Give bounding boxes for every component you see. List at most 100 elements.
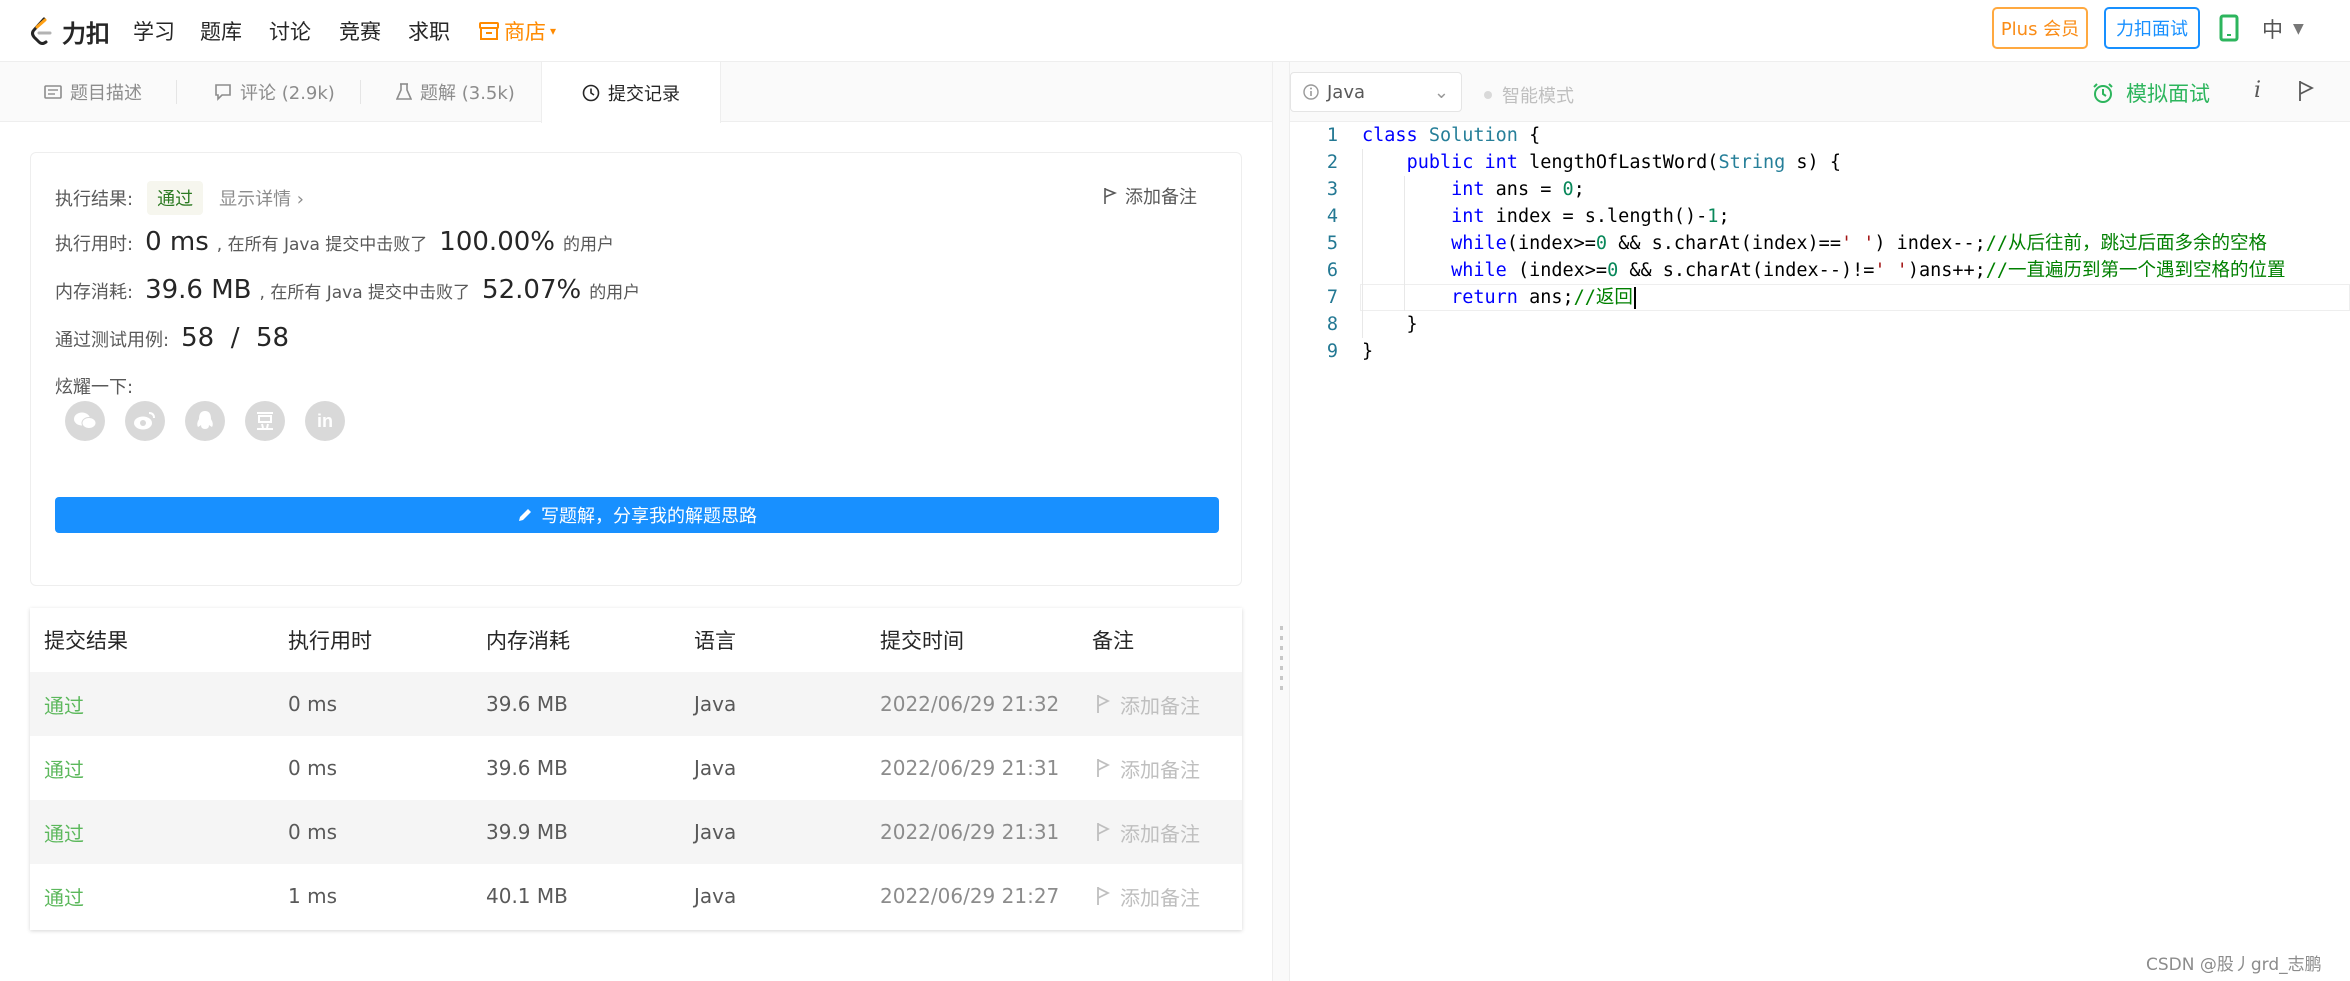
language-select[interactable]: Java ⌄ bbox=[1290, 72, 1462, 112]
memory-suffix: 的用户 bbox=[589, 283, 641, 303]
report-flag-icon[interactable] bbox=[2298, 80, 2314, 102]
submission-time: 2022/06/29 21:27 bbox=[880, 884, 1060, 908]
tab-comments-label: 评论 (2.9k) bbox=[240, 83, 335, 104]
linkedin-icon[interactable]: in bbox=[305, 401, 345, 441]
code-line[interactable]: public int lengthOfLastWord(String s) { bbox=[1362, 149, 1841, 176]
table-row[interactable]: 通过 0 ms 39.6 MB Java 2022/06/29 21:32 添加… bbox=[30, 672, 1242, 736]
nav-contest[interactable]: 竞赛 bbox=[339, 16, 381, 46]
tab-solutions[interactable]: 题解 (3.5k) bbox=[396, 62, 546, 122]
write-solution-label: 写题解，分享我的解题思路 bbox=[541, 506, 757, 527]
show-detail-link[interactable]: 显示详情 › bbox=[219, 185, 304, 211]
language-switch[interactable]: 中 ▼ bbox=[2262, 14, 2304, 44]
store-label: 商店 bbox=[504, 20, 546, 44]
result-card: 执行结果: 通过 显示详情 › 添加备注 执行用时: 0 ms , 在所有 Ja… bbox=[30, 152, 1242, 586]
csdn-watermark: CSDN @股丿grd_志鹏 bbox=[2146, 955, 2322, 975]
submission-runtime: 1 ms bbox=[288, 884, 337, 908]
submission-status[interactable]: 通过 bbox=[44, 864, 84, 928]
editor-toolbar: Java ⌄ 智能模式 模拟面试 i bbox=[1290, 62, 2350, 122]
status-badge: 通过 bbox=[147, 181, 204, 215]
line-number: 7 bbox=[1326, 287, 1338, 308]
tab-divider bbox=[176, 80, 177, 104]
code-editor[interactable]: 1 2 3 4 5 6 7 8 9 class Solution { publi… bbox=[1290, 122, 2350, 981]
smart-mode-toggle[interactable]: 智能模式 bbox=[1484, 82, 1574, 108]
table-header: 提交结果 执行用时 内存消耗 语言 提交时间 备注 bbox=[30, 608, 1242, 672]
submission-status[interactable]: 通过 bbox=[44, 736, 84, 800]
nav-store[interactable]: 商店 ▾ bbox=[478, 16, 556, 46]
flag-icon bbox=[1097, 887, 1110, 905]
plus-member-button[interactable]: Plus 会员 bbox=[1992, 7, 2088, 49]
runtime-value: 0 ms bbox=[145, 227, 209, 257]
nav-discuss[interactable]: 讨论 bbox=[269, 16, 311, 46]
table-row[interactable]: 通过 0 ms 39.6 MB Java 2022/06/29 21:31 添加… bbox=[30, 736, 1242, 800]
exec-result-row: 执行结果: 通过 显示详情 › bbox=[55, 181, 304, 215]
tab-description-label: 题目描述 bbox=[70, 83, 142, 104]
add-note-button[interactable]: 添加备注 bbox=[1096, 800, 1200, 864]
add-note-label: 添加备注 bbox=[1120, 821, 1200, 846]
add-note-button[interactable]: 添加备注 bbox=[1096, 864, 1200, 928]
code-line[interactable]: } bbox=[1362, 311, 1418, 338]
submission-status[interactable]: 通过 bbox=[44, 800, 84, 864]
interview-button[interactable]: 力扣面试 bbox=[2104, 7, 2200, 49]
tests-label: 通过测试用例: bbox=[55, 330, 170, 351]
header-note: 备注 bbox=[1092, 629, 1134, 653]
chevron-down-icon: ▼ bbox=[2293, 21, 2304, 37]
submission-memory: 39.6 MB bbox=[486, 756, 568, 780]
add-note-button[interactable]: 添加备注 bbox=[1096, 736, 1200, 800]
header-runtime: 执行用时 bbox=[288, 629, 372, 653]
header-language: 语言 bbox=[694, 629, 736, 653]
line-number: 8 bbox=[1326, 314, 1338, 335]
top-navbar: 力扣 学习 题库 讨论 竞赛 求职 商店 ▾ Plus 会员 力扣面试 中 ▼ bbox=[0, 0, 2350, 62]
runtime-label: 执行用时: bbox=[55, 234, 134, 255]
line-number: 2 bbox=[1326, 152, 1338, 173]
submission-time: 2022/06/29 21:31 bbox=[880, 756, 1060, 780]
write-solution-button[interactable]: 写题解，分享我的解题思路 bbox=[55, 497, 1219, 533]
douban-icon[interactable] bbox=[245, 401, 285, 441]
nav-problems[interactable]: 题库 bbox=[200, 16, 242, 46]
mock-interview-button[interactable]: 模拟面试 bbox=[2092, 78, 2210, 108]
code-line[interactable]: int ans = 0; bbox=[1362, 176, 1585, 203]
submission-language: Java bbox=[694, 692, 737, 716]
flag-icon bbox=[1097, 823, 1110, 841]
tab-submissions-label: 提交记录 bbox=[608, 83, 680, 105]
weibo-icon[interactable] bbox=[125, 401, 165, 441]
add-note-button[interactable]: 添加备注 bbox=[1096, 672, 1200, 736]
code-line[interactable]: while(index>=0 && s.charAt(index)==' ') … bbox=[1362, 230, 2267, 257]
nav-learn[interactable]: 学习 bbox=[133, 16, 175, 46]
leetcode-logo[interactable]: 力扣 bbox=[28, 12, 110, 50]
code-line[interactable]: class Solution { bbox=[1362, 122, 1540, 149]
add-note-button[interactable]: 添加备注 bbox=[1103, 183, 1197, 209]
comment-icon bbox=[215, 84, 231, 101]
submission-time: 2022/06/29 21:32 bbox=[880, 692, 1060, 716]
tab-submissions[interactable]: 提交记录 bbox=[541, 62, 721, 123]
table-row[interactable]: 通过 1 ms 40.1 MB Java 2022/06/29 21:27 添加… bbox=[30, 864, 1242, 928]
tab-comments[interactable]: 评论 (2.9k) bbox=[214, 62, 374, 122]
memory-percent: 52.07% bbox=[482, 275, 582, 305]
submission-runtime: 0 ms bbox=[288, 820, 337, 844]
tab-description[interactable]: 题目描述 bbox=[44, 62, 194, 122]
header-memory: 内存消耗 bbox=[486, 629, 570, 653]
drag-handle-icon[interactable] bbox=[1280, 626, 1283, 696]
language-switch-label: 中 bbox=[2262, 18, 2283, 42]
add-note-label: 添加备注 bbox=[1120, 757, 1200, 782]
submission-status[interactable]: 通过 bbox=[44, 672, 84, 736]
code-line[interactable]: while (index>=0 && s.charAt(index--)!=' … bbox=[1362, 257, 2285, 284]
mobile-app-icon[interactable] bbox=[2218, 14, 2240, 42]
description-icon bbox=[44, 85, 62, 99]
table-row[interactable]: 通过 0 ms 39.9 MB Java 2022/06/29 21:31 添加… bbox=[30, 800, 1242, 864]
share-label: 炫耀一下: bbox=[55, 377, 134, 398]
code-line[interactable]: return ans;//返回 bbox=[1362, 284, 1636, 311]
exec-result-label: 执行结果: bbox=[55, 189, 134, 210]
code-line[interactable]: int index = s.length()-1; bbox=[1362, 203, 1729, 230]
wechat-icon[interactable] bbox=[65, 401, 105, 441]
panel-splitter[interactable] bbox=[1272, 62, 1290, 981]
tab-solutions-label: 题解 (3.5k) bbox=[420, 83, 515, 104]
line-number: 9 bbox=[1326, 341, 1338, 362]
add-note-label: 添加备注 bbox=[1120, 885, 1200, 910]
memory-beat-text: , 在所有 Java 提交中击败了 bbox=[259, 283, 471, 303]
nav-jobs[interactable]: 求职 bbox=[408, 16, 450, 46]
qq-icon[interactable] bbox=[185, 401, 225, 441]
info-icon[interactable]: i bbox=[2254, 78, 2261, 103]
code-line[interactable]: } bbox=[1362, 338, 1373, 365]
submission-time: 2022/06/29 21:31 bbox=[880, 820, 1060, 844]
mock-interview-label: 模拟面试 bbox=[2126, 82, 2210, 106]
